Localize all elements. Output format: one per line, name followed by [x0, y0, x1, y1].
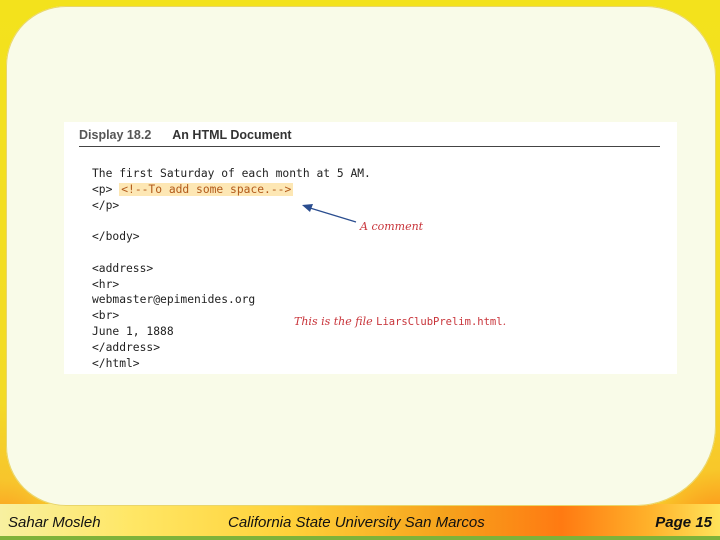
- annotation-file-suffix: .: [502, 315, 507, 328]
- annotation-comment: A comment: [360, 220, 424, 233]
- annotation-filename: This is the file LiarsClubPrelim.html.: [294, 315, 506, 328]
- annotation-arrow: [302, 204, 357, 223]
- footer-institution: California State University San Marcos: [228, 514, 485, 531]
- footer-line: [0, 536, 720, 540]
- figure-display: Display 18.2 An HTML Document The first …: [64, 122, 677, 374]
- footer-page-number: 15: [695, 514, 712, 531]
- footer-page: Page 15: [655, 514, 712, 531]
- slide-footer: Sahar Mosleh California State University…: [0, 514, 720, 534]
- annotation-file-prefix: This is the file: [294, 315, 377, 328]
- footer-author: Sahar Mosleh: [8, 514, 101, 531]
- annotation-file-name: LiarsClubPrelim.html: [376, 316, 503, 328]
- footer-page-label: Page: [655, 514, 692, 531]
